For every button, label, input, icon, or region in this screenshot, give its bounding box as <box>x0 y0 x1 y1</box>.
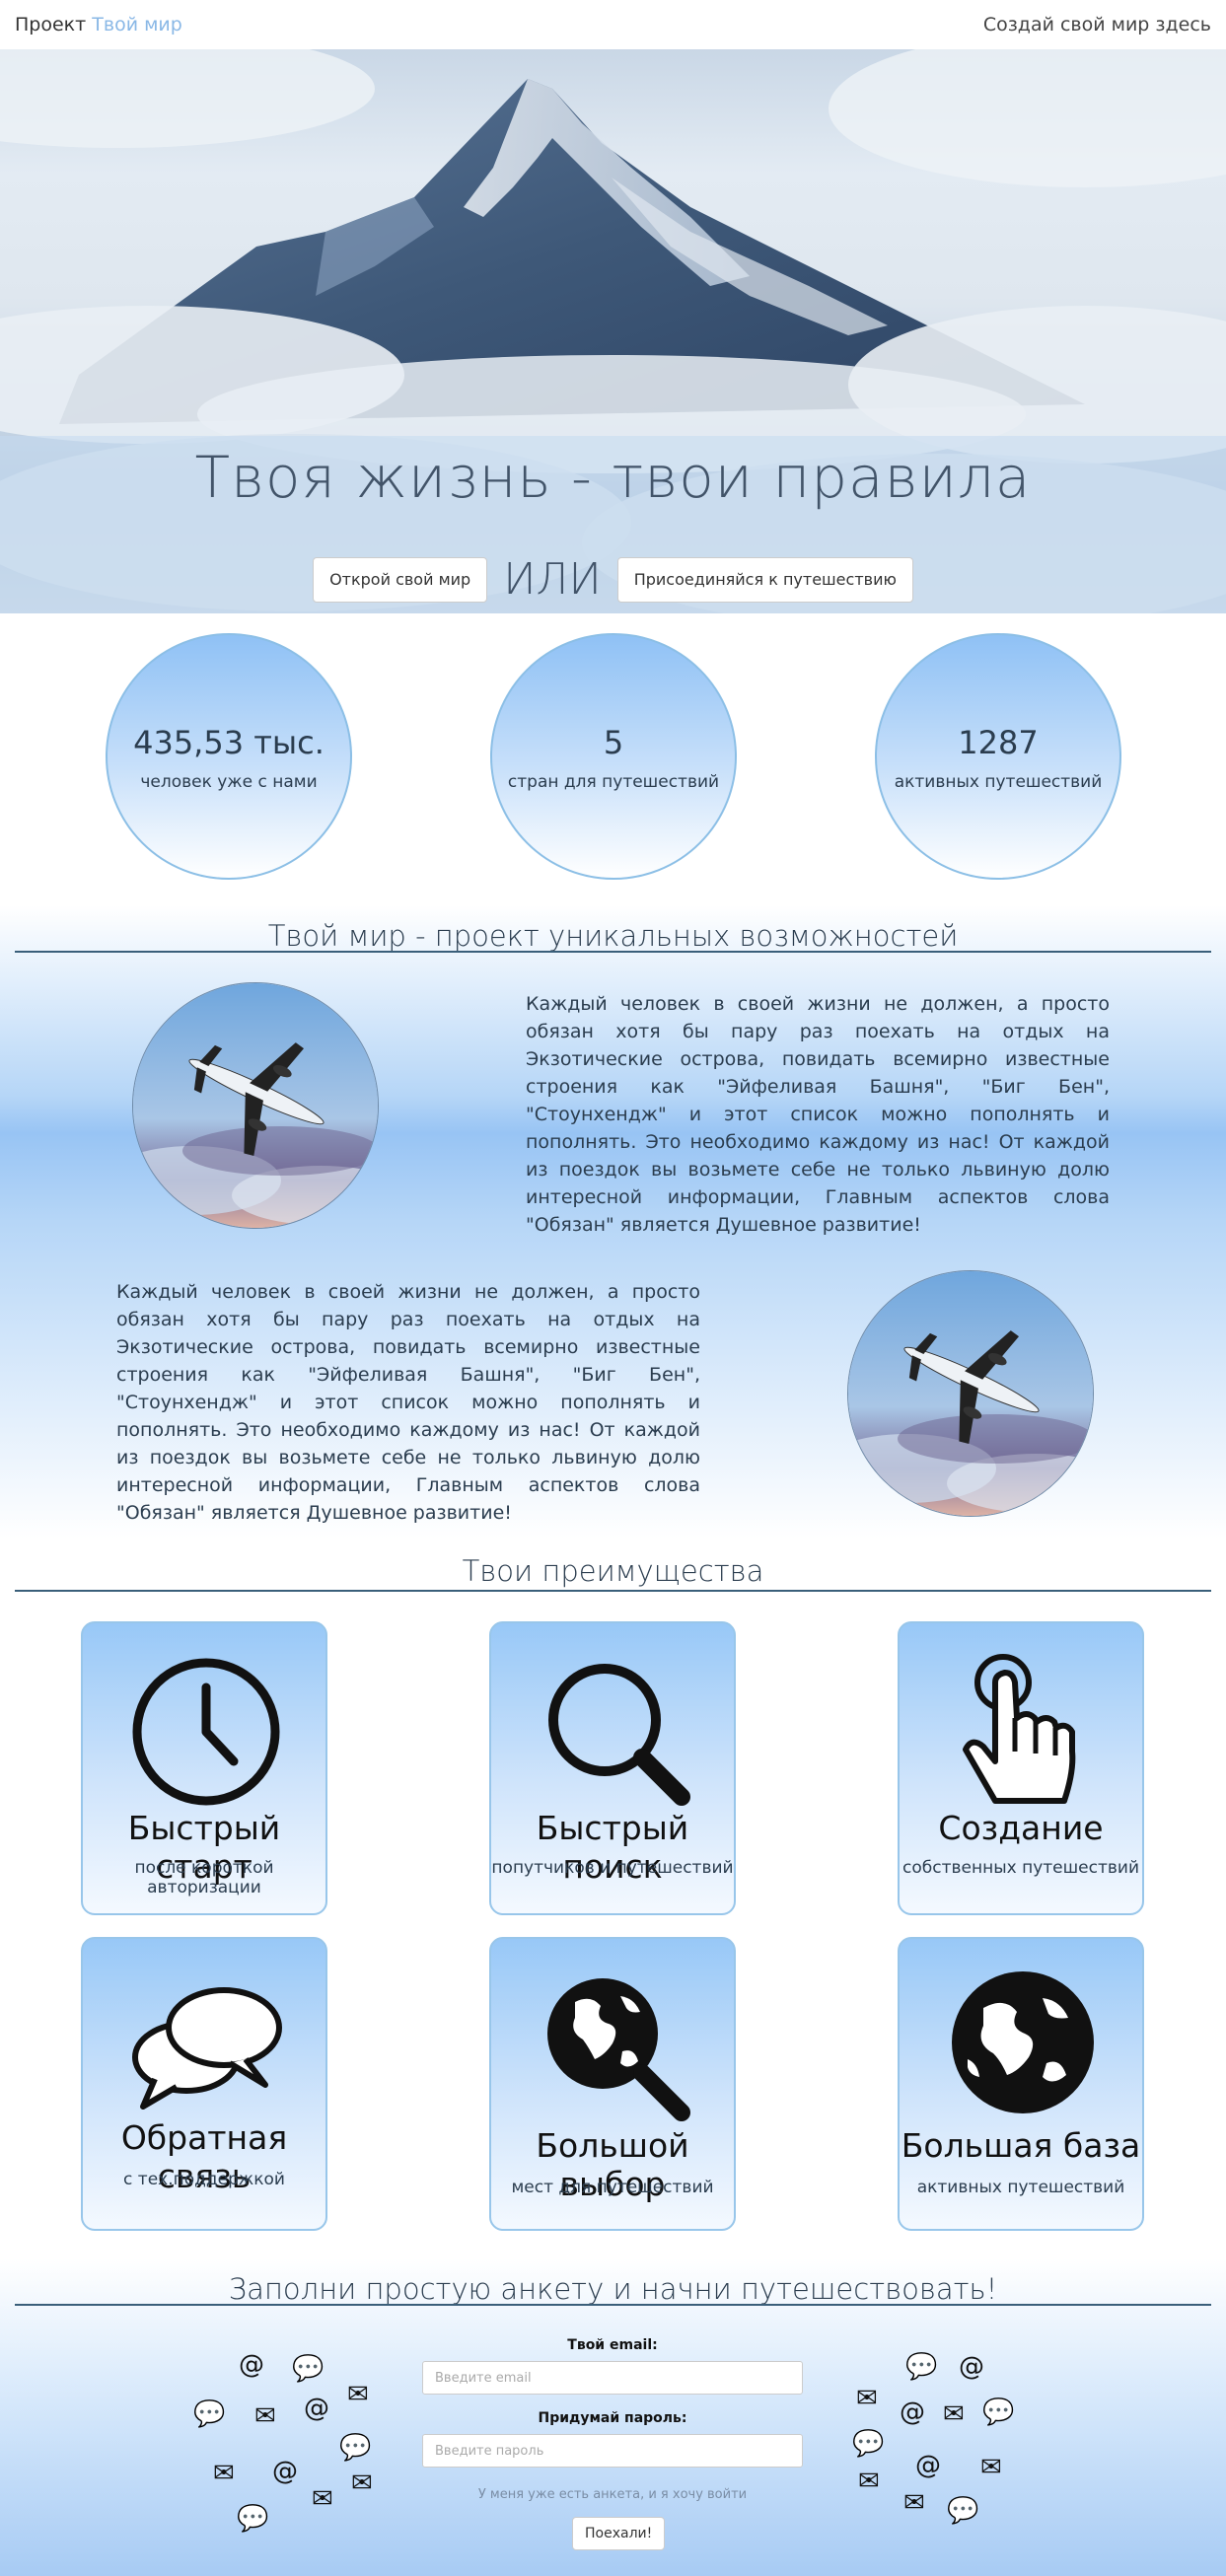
feature-title: Создание <box>938 1809 1104 1847</box>
feature-subtitle: собственных путешествий <box>902 1858 1139 1878</box>
envelope-icon: ✉ <box>351 2469 373 2498</box>
envelope-icon: ✉ <box>347 2380 369 2409</box>
hero-title: Твоя жизнь - твои правила <box>194 444 1032 511</box>
stat-label: стран для путешествий <box>507 772 720 792</box>
feature-subtitle: попутчиков и путешествий <box>491 1858 734 1878</box>
chat-at-icon: 💬 <box>193 2399 226 2429</box>
section-title: Твой мир - проект уникальных возможносте… <box>267 919 959 953</box>
stat-circle-trips: 1287 активных путешествий <box>875 633 1121 880</box>
features-section: Твои преимущества Быстрый старт после ко… <box>0 1538 1226 2258</box>
stat-value: 1287 <box>958 724 1039 761</box>
envelope-icon: ✉ <box>312 2484 333 2514</box>
intro-paragraph-1: Каждый человек в своей жизни не должен, … <box>526 993 1110 1236</box>
chat-at-icon: 💬 <box>982 2397 1015 2427</box>
feature-subtitle: мест для путешествий <box>511 2178 714 2197</box>
hero-banner: Твоя жизнь - твои правила Открой свой ми… <box>0 49 1226 613</box>
brand-logo[interactable]: Проект Твой мир <box>15 14 182 36</box>
chat-at-icon: 💬 <box>237 2504 269 2534</box>
globe-icon <box>952 1971 1094 2113</box>
mail-icons-decoration-right: 💬 @ ✉ @ ✉ 💬 💬 @ ✉ ✉ ✉ 💬 <box>852 2352 1040 2549</box>
magnifier-icon <box>548 1664 690 1806</box>
stat-circle-countries: 5 стран для путешествий <box>490 633 737 880</box>
chat-at-icon: 💬 <box>852 2429 885 2459</box>
open-world-button[interactable]: Открой свой мир <box>313 556 488 603</box>
feature-subtitle: после короткой авторизации <box>134 1858 274 1897</box>
stats-section: 435,53 тыс. человек уже с нами 5 стран д… <box>0 613 1226 905</box>
airplane-image <box>132 982 379 1229</box>
password-label: Придумай пароль: <box>538 2410 687 2426</box>
at-sign-icon: @ <box>959 2352 984 2382</box>
feature-title: Большая база <box>901 2126 1141 2165</box>
intro-paragraph-2: Каждый человек в своей жизни не должен, … <box>116 1281 700 1524</box>
join-journey-button[interactable]: Присоединяйся к путешествию <box>616 556 913 603</box>
chat-bubbles-icon <box>132 1987 282 2110</box>
brand-accent: Твой мир <box>92 14 182 36</box>
stat-circle-users: 435,53 тыс. человек уже с нами <box>106 633 352 880</box>
at-sign-icon: @ <box>272 2457 298 2486</box>
envelope-icon: ✉ <box>254 2401 276 2431</box>
top-navbar: Проект Твой мир Создай свой мир здесь <box>0 0 1226 49</box>
clock-icon <box>132 1658 280 1806</box>
envelope-icon: ✉ <box>213 2459 235 2488</box>
section-divider <box>15 2304 1211 2306</box>
signup-section: Заполни простую анкету и начни путешеств… <box>0 2258 1226 2576</box>
stat-value: 5 <box>603 724 624 761</box>
feature-subtitle: с тех.поддержкой <box>123 2170 285 2189</box>
mail-icons-decoration-left: @ 💬 💬 ✉ @ ✉ 💬 ✉ @ ✉ ✉ 💬 <box>193 2352 381 2549</box>
email-label: Твой email: <box>567 2337 658 2353</box>
login-link[interactable]: У меня уже есть анкета, и я хочу войти <box>422 2487 803 2502</box>
at-sign-icon: @ <box>915 2451 941 2480</box>
create-world-link[interactable]: Создай свой мир здесь <box>983 14 1211 36</box>
email-field[interactable] <box>422 2361 803 2395</box>
brand-prefix: Проект <box>15 14 87 36</box>
airplane-image <box>847 1270 1094 1517</box>
section-title: Твои преимущества <box>462 1554 764 1588</box>
feature-card-big-choice[interactable]: Большой выбор мест для путешествий <box>489 1937 736 2231</box>
envelope-icon: ✉ <box>903 2488 925 2518</box>
pointing-hand-icon <box>963 1654 1076 1804</box>
envelope-icon: ✉ <box>943 2399 965 2429</box>
submit-button[interactable]: Поехали! <box>572 2517 666 2550</box>
section-divider <box>15 951 1211 953</box>
feature-subtitle: активных путешествий <box>916 2178 1125 2197</box>
chat-at-icon: 💬 <box>339 2433 372 2463</box>
chat-at-icon: 💬 <box>905 2352 938 2382</box>
password-field[interactable] <box>422 2434 803 2468</box>
at-sign-icon: @ <box>239 2350 264 2380</box>
stat-label: активных путешествий <box>894 772 1103 792</box>
feature-card-big-database[interactable]: Большая база активных путешествий <box>898 1937 1144 2231</box>
feature-card-quick-start[interactable]: Быстрый старт после короткой авторизации <box>81 1621 327 1915</box>
section-divider <box>15 1590 1211 1592</box>
globe-search-icon <box>547 1978 690 2121</box>
chat-at-icon: 💬 <box>292 2354 325 2384</box>
stat-label: человек уже с нами <box>140 772 318 792</box>
feature-card-creation[interactable]: Создание собственных путешествий <box>898 1621 1144 1915</box>
at-sign-icon: @ <box>304 2394 329 2423</box>
unique-section: Твой мир - проект уникальных возможносте… <box>0 905 1226 1538</box>
at-sign-icon: @ <box>900 2397 925 2427</box>
envelope-icon: ✉ <box>858 2467 880 2496</box>
envelope-icon: ✉ <box>980 2453 1002 2482</box>
chat-at-icon: 💬 <box>947 2496 979 2526</box>
or-separator: ИЛИ <box>503 554 602 605</box>
hero-actions: Открой свой мир ИЛИ Присоединяйся к путе… <box>0 554 1226 605</box>
feature-card-quick-search[interactable]: Быстрый поиск попутчиков и путешествий <box>489 1621 736 1915</box>
envelope-icon: ✉ <box>856 2384 878 2413</box>
feature-card-feedback[interactable]: Обратная связь с тех.поддержкой <box>81 1937 327 2231</box>
stat-value: 435,53 тыс. <box>133 724 325 761</box>
section-title: Заполни простую анкету и начни путешеств… <box>228 2272 998 2306</box>
